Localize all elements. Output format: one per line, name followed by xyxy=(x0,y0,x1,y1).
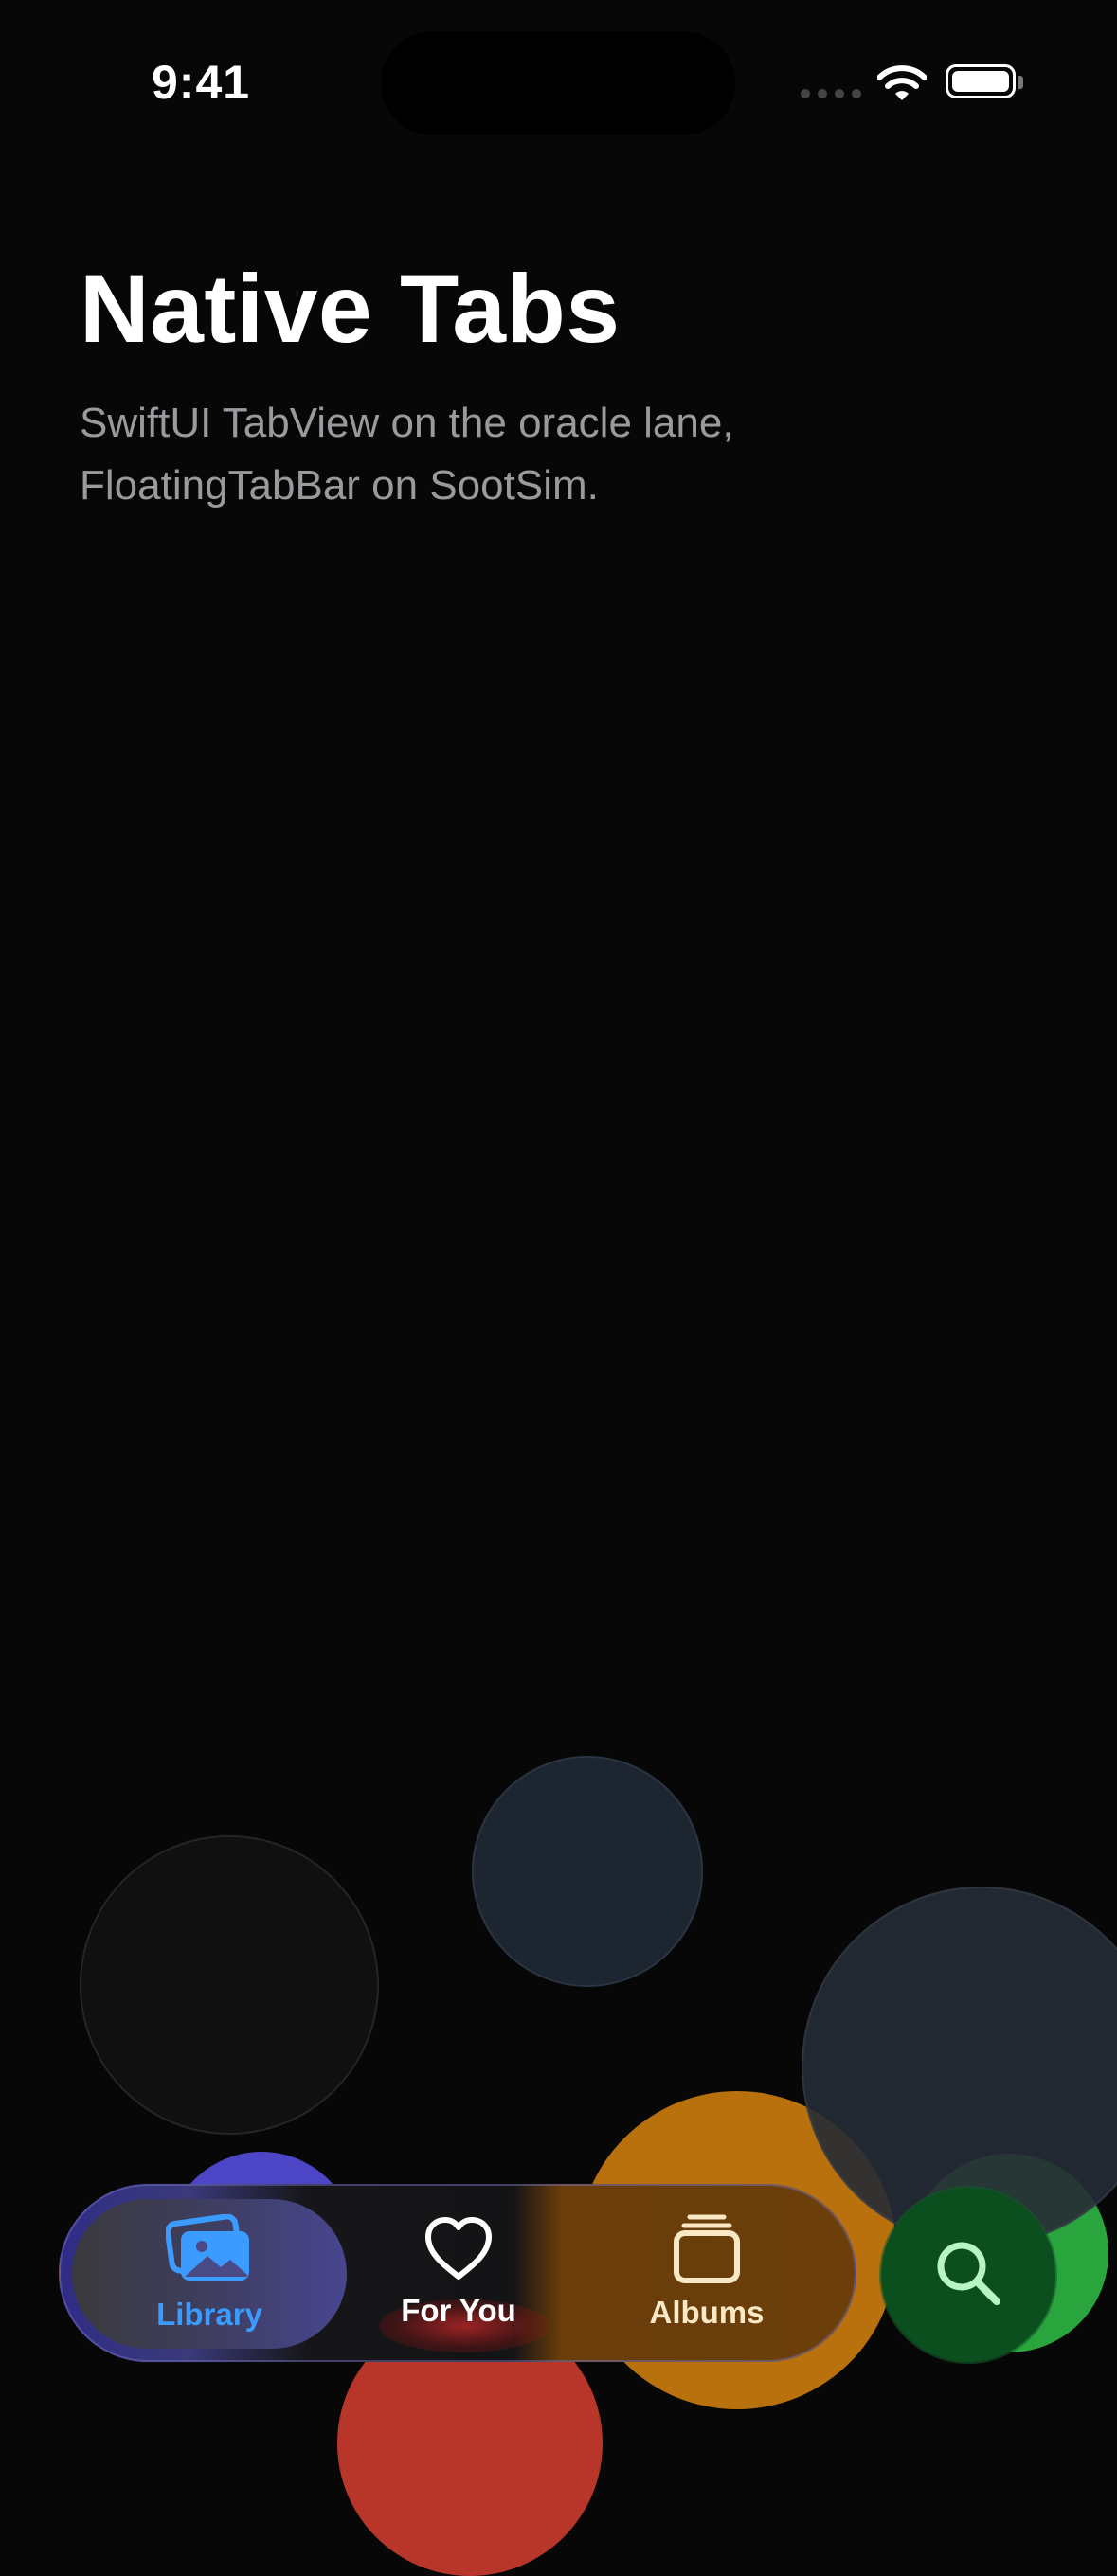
decorative-circle-dark xyxy=(80,1835,379,2135)
tab-for-you-label: For You xyxy=(401,2293,516,2328)
heart-icon xyxy=(423,2216,495,2287)
tab-albums[interactable]: Albums xyxy=(601,2212,813,2345)
status-time: 9:41 xyxy=(152,56,251,109)
dynamic-island xyxy=(381,31,735,135)
albums-stack-icon xyxy=(671,2212,743,2289)
magnifier-icon xyxy=(932,2237,1004,2314)
wifi-icon xyxy=(876,64,928,107)
page-subtitle: SwiftUI TabView on the oracle lane, Floa… xyxy=(80,400,734,509)
page-title: Native Tabs xyxy=(80,255,621,363)
decorative-circle-slate xyxy=(472,1756,703,1987)
tab-albums-label: Albums xyxy=(649,2295,765,2330)
battery-nub xyxy=(1018,76,1023,89)
tab-library-label: Library xyxy=(156,2297,262,2332)
battery-icon xyxy=(946,64,1016,98)
cellular-signal-icon xyxy=(801,89,861,98)
search-button[interactable] xyxy=(881,2188,1055,2362)
tab-library[interactable]: Library xyxy=(72,2213,347,2347)
tab-for-you[interactable]: For You xyxy=(352,2216,565,2349)
photo-stack-icon xyxy=(165,2213,253,2289)
